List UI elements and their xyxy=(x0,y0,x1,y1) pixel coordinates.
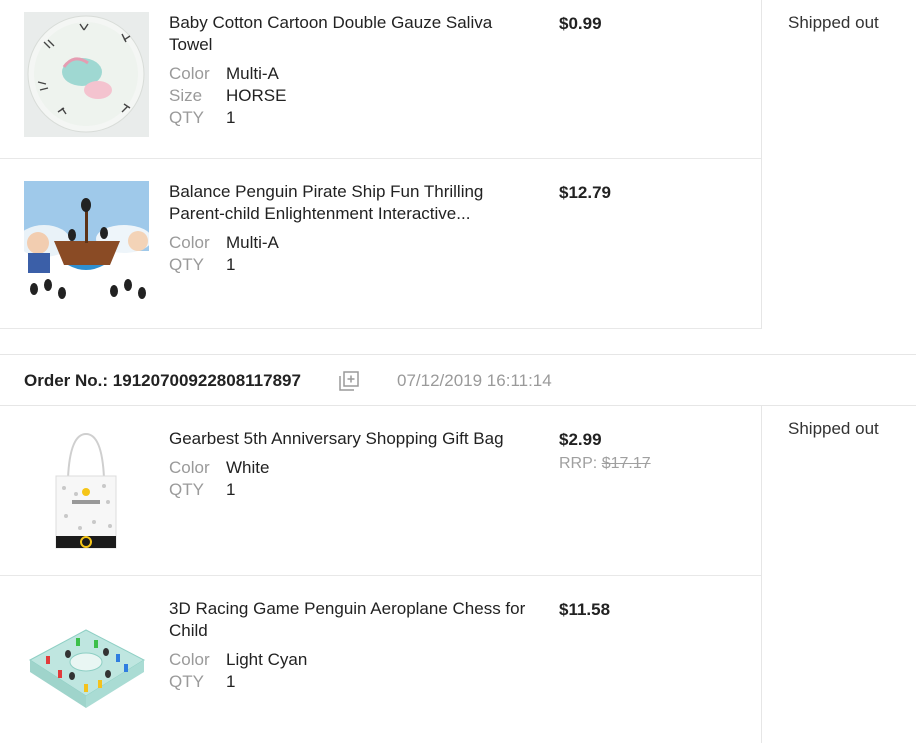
item-attr-qty: QTY 1 xyxy=(169,671,529,693)
attr-label: Color xyxy=(169,233,210,252)
order-status: Shipped out xyxy=(788,13,879,32)
attr-value: White xyxy=(226,458,270,477)
order-item: Balance Penguin Pirate Ship Fun Thrillin… xyxy=(0,159,761,329)
product-image[interactable] xyxy=(24,430,149,555)
penguin-pirate-ship-image xyxy=(24,181,149,306)
order-items: Baby Cotton Cartoon Double Gauze Saliva … xyxy=(0,0,761,329)
rrp-value: $17.17 xyxy=(601,455,651,472)
item-title[interactable]: Baby Cotton Cartoon Double Gauze Saliva … xyxy=(169,12,529,56)
order-date: 07/12/2019 16:11:14 xyxy=(397,371,552,390)
order-item: 3D Racing Game Penguin Aeroplane Chess f… xyxy=(0,576,761,735)
order-status-column: Shipped out xyxy=(761,0,916,329)
attr-value: 1 xyxy=(226,480,236,499)
order-items: Gearbest 5th Anniversary Shopping Gift B… xyxy=(0,406,761,743)
order-status: Shipped out xyxy=(788,419,879,438)
attr-label: Size xyxy=(169,86,203,105)
price-box: $0.99 xyxy=(559,13,602,35)
order-block: Gearbest 5th Anniversary Shopping Gift B… xyxy=(0,406,916,743)
product-image[interactable] xyxy=(24,12,149,137)
order-item: Gearbest 5th Anniversary Shopping Gift B… xyxy=(0,406,761,576)
item-attr-color: Color Multi-A xyxy=(169,63,529,85)
item-attr-color: Color Multi-A xyxy=(169,232,529,254)
attr-value: HORSE xyxy=(226,86,287,105)
attr-value: Light Cyan xyxy=(226,650,308,669)
item-price: $12.79 xyxy=(559,183,611,202)
product-image[interactable] xyxy=(24,181,149,306)
rrp-label: RRP: xyxy=(559,455,598,472)
gift-bag-image xyxy=(24,430,149,555)
price-box: $12.79 xyxy=(559,182,611,204)
penguin-chess-image xyxy=(24,600,149,725)
item-attr-qty: QTY 1 xyxy=(169,107,529,129)
item-details: Gearbest 5th Anniversary Shopping Gift B… xyxy=(169,428,529,501)
order-number-label: Order No.: xyxy=(24,371,109,390)
order-status-column: Shipped out xyxy=(761,406,916,743)
attr-value: 1 xyxy=(226,108,236,127)
item-details: 3D Racing Game Penguin Aeroplane Chess f… xyxy=(169,598,529,693)
attr-value: 1 xyxy=(226,672,236,691)
price-box: $2.99 RRP: $17.17 xyxy=(559,429,651,475)
price-box: $11.58 xyxy=(559,599,610,621)
item-attr-color: Color White xyxy=(169,457,529,479)
order-block: Baby Cotton Cartoon Double Gauze Saliva … xyxy=(0,0,916,329)
attr-value: Multi-A xyxy=(226,64,279,83)
attr-label: QTY xyxy=(169,108,204,127)
item-title[interactable]: 3D Racing Game Penguin Aeroplane Chess f… xyxy=(169,598,529,642)
item-attr-qty: QTY 1 xyxy=(169,254,529,276)
item-title[interactable]: Balance Penguin Pirate Ship Fun Thrillin… xyxy=(169,181,529,225)
order-header: Order No.: 19120700922808117897 07/12/20… xyxy=(0,354,916,406)
item-attr-qty: QTY 1 xyxy=(169,479,529,501)
item-attr-color: Color Light Cyan xyxy=(169,649,529,671)
item-details: Baby Cotton Cartoon Double Gauze Saliva … xyxy=(169,12,529,129)
order-item: Baby Cotton Cartoon Double Gauze Saliva … xyxy=(0,0,761,159)
attr-label: Color xyxy=(169,458,210,477)
item-price: $2.99 xyxy=(559,430,602,449)
saliva-towel-image xyxy=(24,12,149,137)
order-number-value: 19120700922808117897 xyxy=(112,371,301,390)
order-list: Baby Cotton Cartoon Double Gauze Saliva … xyxy=(0,0,916,743)
attr-value: 1 xyxy=(226,255,236,274)
item-price: $11.58 xyxy=(559,600,611,619)
attr-label: QTY xyxy=(169,480,204,499)
copy-icon[interactable] xyxy=(338,370,360,392)
product-image[interactable] xyxy=(24,600,149,725)
attr-label: QTY xyxy=(169,255,204,274)
attr-label: Color xyxy=(169,650,210,669)
attr-label: Color xyxy=(169,64,210,83)
attr-value: Multi-A xyxy=(226,233,279,252)
item-attr-size: Size HORSE xyxy=(169,85,529,107)
attr-label: QTY xyxy=(169,672,204,691)
item-title[interactable]: Gearbest 5th Anniversary Shopping Gift B… xyxy=(169,428,529,450)
order-number: Order No.: 19120700922808117897 xyxy=(24,371,301,391)
item-details: Balance Penguin Pirate Ship Fun Thrillin… xyxy=(169,181,529,276)
item-price: $0.99 xyxy=(559,14,602,33)
item-rrp: RRP: $17.17 xyxy=(559,453,651,475)
